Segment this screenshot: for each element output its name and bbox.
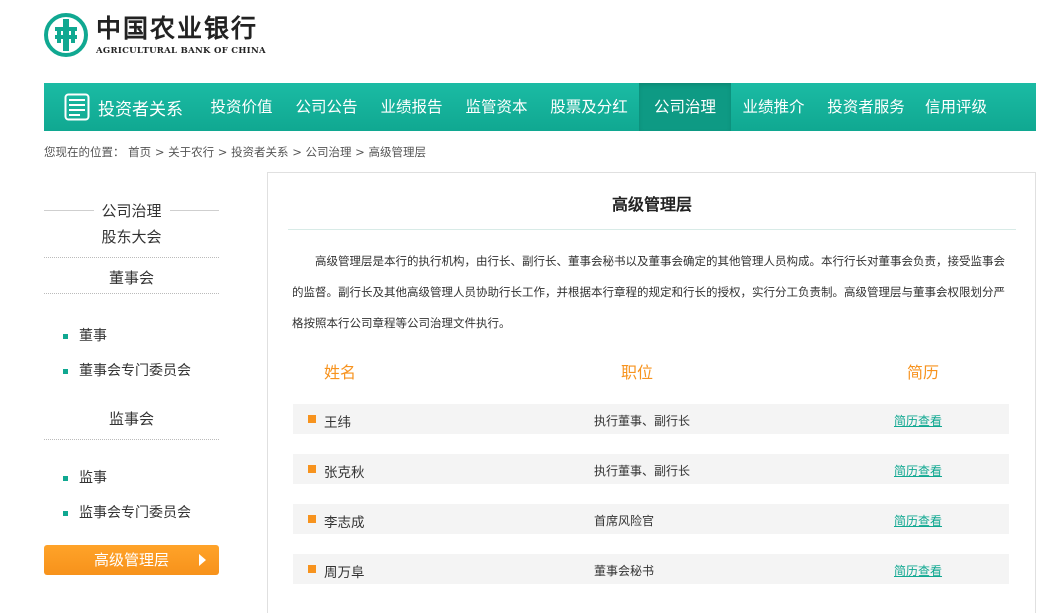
row-name: 王纬	[324, 415, 351, 431]
bank-logo[interactable]: 中国农业银行 AGRICULTURAL BANK OF CHINA	[44, 12, 266, 58]
table-row: 张克秋 执行董事、副行长 简历查看	[293, 454, 1009, 484]
view-resume-link[interactable]: 简历查看	[894, 512, 942, 529]
sidebar-board-list: 董事 董事会专门委员会	[44, 319, 219, 389]
intro-paragraph: 高级管理层是本行的执行机构，由行长、副行长、董事会秘书以及董事会确定的其他管理人…	[292, 254, 1005, 330]
column-header-position: 职位	[621, 363, 654, 382]
sidebar-item-supervisory-committees[interactable]: 监事会专门委员会	[44, 496, 219, 531]
row-name: 张克秋	[324, 465, 365, 481]
sidebar-heading: 公司治理	[44, 196, 220, 224]
sidebar-item-supervisors[interactable]: 监事	[44, 461, 219, 496]
breadcrumb-prefix: 您现在的位置：	[44, 145, 125, 159]
logo-chinese-name: 中国农业银行	[96, 13, 259, 43]
sidebar: 公司治理 股东大会 董事会 董事 董事会专门委员会 监事会 监事 监事会专门委员…	[44, 196, 220, 575]
sidebar-item-board-committees[interactable]: 董事会专门委员会	[44, 354, 219, 389]
nav-brand-investor-relations[interactable]: 投资者关系	[44, 83, 199, 131]
row-name: 周万阜	[324, 565, 365, 581]
nav-item-investment-value[interactable]: 投资价值	[199, 83, 284, 131]
view-resume-link[interactable]: 简历查看	[894, 462, 942, 479]
sidebar-heading-label: 公司治理	[101, 201, 162, 220]
sidebar-item-board[interactable]: 董事会	[44, 258, 219, 294]
column-header-bio: 简历	[907, 363, 940, 382]
view-resume-link[interactable]: 简历查看	[894, 412, 942, 429]
breadcrumb-corporate-governance[interactable]: 公司治理	[306, 145, 352, 159]
sidebar-item-senior-management[interactable]: 高级管理层	[44, 545, 219, 575]
sidebar-item-supervisory-board[interactable]: 监事会	[44, 389, 219, 440]
breadcrumb-about[interactable]: 关于农行	[168, 145, 214, 159]
sidebar-supervisor-list: 监事 监事会专门委员会	[44, 461, 219, 531]
breadcrumb-separator: >	[292, 145, 302, 159]
chevron-right-icon	[199, 554, 206, 566]
bullet-square-icon	[308, 415, 316, 423]
table-row: 王纬 执行董事、副行长 简历查看	[293, 404, 1009, 434]
page-title: 高级管理层	[288, 191, 1016, 230]
main-nav: 投资者关系 投资价值 公司公告 业绩报告 监管资本 股票及分红 公司治理 业绩推…	[44, 83, 1036, 131]
row-name: 李志成	[324, 515, 365, 531]
bullet-square-icon	[308, 465, 316, 473]
nav-brand-label: 投资者关系	[98, 99, 183, 120]
nav-item-regulatory-capital[interactable]: 监管资本	[454, 83, 539, 131]
table-row: 李志成 首席风险官 简历查看	[293, 504, 1009, 534]
row-position: 执行董事、副行长	[594, 414, 691, 428]
table-header: 姓名 职位 简历	[293, 359, 1009, 385]
divider	[169, 209, 220, 211]
sidebar-item-shareholders-meeting[interactable]: 股东大会	[44, 224, 219, 258]
breadcrumb-separator: >	[217, 145, 228, 159]
column-header-name: 姓名	[324, 363, 357, 382]
nav-item-corporate-governance[interactable]: 公司治理	[639, 83, 731, 131]
row-position: 执行董事、副行长	[594, 464, 691, 478]
breadcrumb: 您现在的位置： 首页 > 关于农行 > 投资者关系 > 公司治理 > 高级管理层	[44, 144, 426, 160]
sidebar-item-directors[interactable]: 董事	[44, 319, 219, 354]
sidebar-active-label: 高级管理层	[93, 551, 169, 569]
nav-item-investor-services[interactable]: 投资者服务	[816, 83, 916, 131]
breadcrumb-home[interactable]: 首页	[128, 145, 151, 159]
nav-item-credit-rating[interactable]: 信用评级	[916, 83, 996, 131]
view-resume-link[interactable]: 简历查看	[894, 562, 942, 579]
nav-item-announcements[interactable]: 公司公告	[284, 83, 369, 131]
breadcrumb-current: 高级管理层	[368, 145, 426, 159]
breadcrumb-investor-relations[interactable]: 投资者关系	[231, 145, 289, 159]
nav-item-performance-reports[interactable]: 业绩报告	[369, 83, 454, 131]
row-position: 首席风险官	[594, 514, 655, 528]
divider	[44, 209, 94, 211]
nav-item-shares-dividends[interactable]: 股票及分红	[539, 83, 639, 131]
bullet-square-icon	[308, 565, 316, 573]
main-content: 高级管理层 高级管理层是本行的执行机构，由行长、副行长、董事会秘书以及董事会确定…	[267, 172, 1036, 613]
breadcrumb-separator: >	[355, 145, 365, 159]
logo-english-name: AGRICULTURAL BANK OF CHINA	[96, 45, 266, 56]
bullet-square-icon	[308, 515, 316, 523]
abc-logo-icon	[44, 13, 88, 57]
row-position: 董事会秘书	[594, 564, 655, 578]
breadcrumb-separator: >	[154, 145, 165, 159]
document-icon	[64, 93, 90, 121]
table-row: 周万阜 董事会秘书 简历查看	[293, 554, 1009, 584]
nav-item-performance-roadshow[interactable]: 业绩推介	[731, 83, 816, 131]
management-table: 王纬 执行董事、副行长 简历查看 张克秋 执行董事、副行长 简历查看 李志成 首…	[293, 404, 1009, 604]
